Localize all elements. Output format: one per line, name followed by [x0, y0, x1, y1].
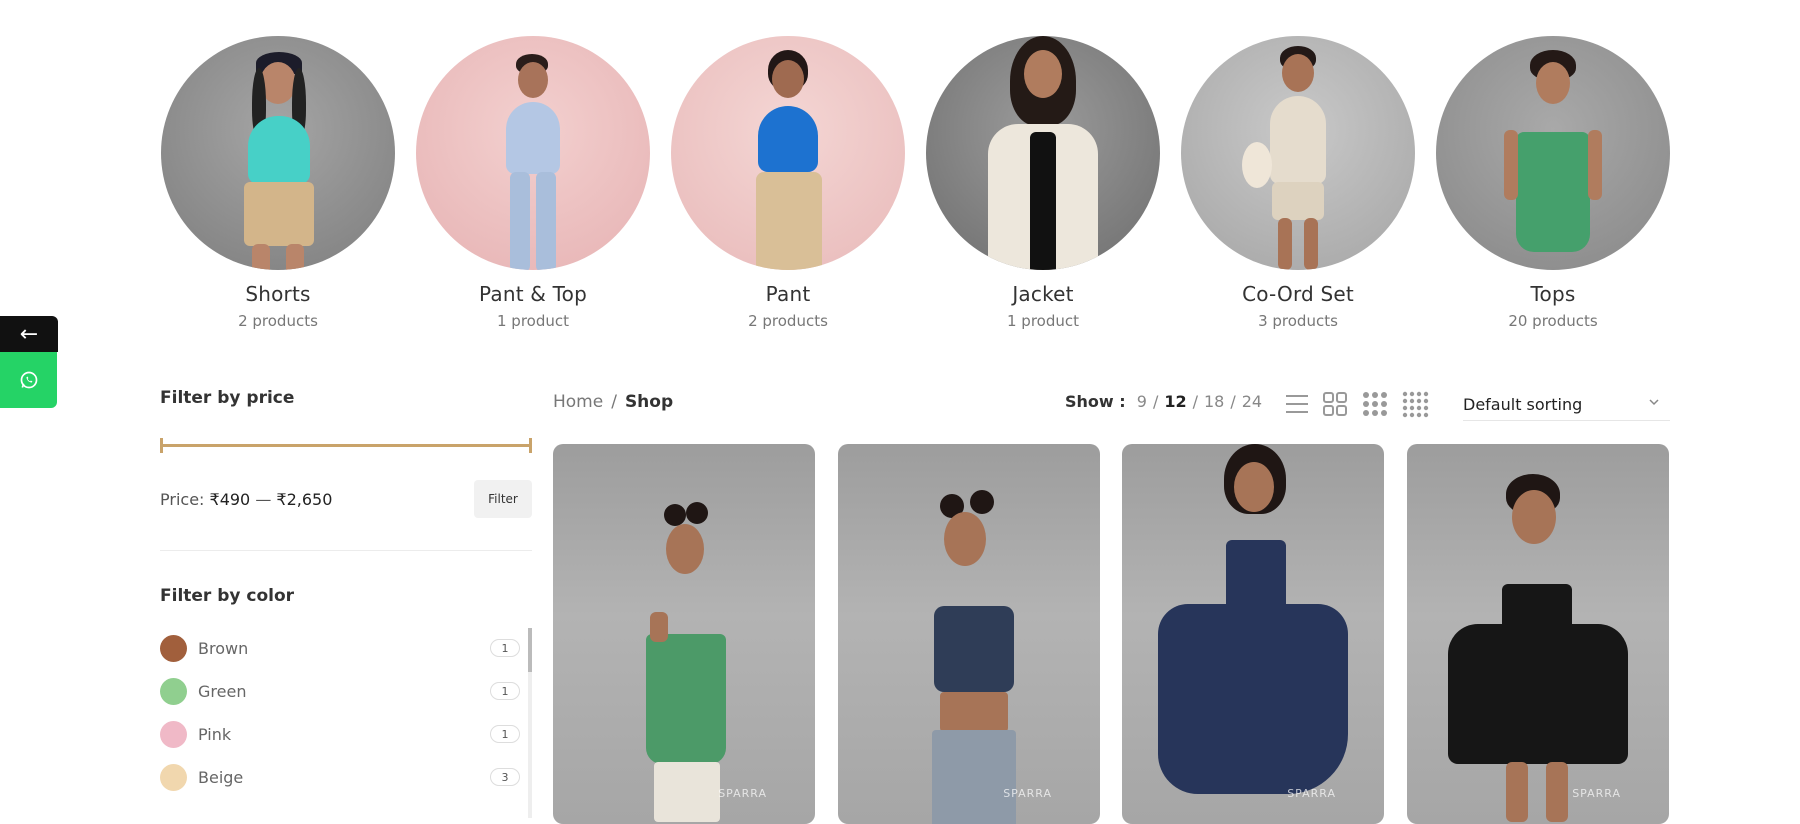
category-count: 2 products — [238, 312, 318, 330]
breadcrumb: Home / Shop — [553, 392, 673, 412]
category-pant-top[interactable]: Pant & Top 1 product — [415, 36, 651, 330]
color-count-badge: 3 — [490, 768, 520, 786]
watermark: SPARRA — [718, 787, 767, 800]
whatsapp-icon — [20, 371, 37, 389]
category-pant[interactable]: Pant 2 products — [670, 36, 906, 330]
whatsapp-button[interactable] — [0, 352, 57, 408]
category-tops[interactable]: Tops 20 products — [1435, 36, 1671, 330]
product-card[interactable]: SPARRA — [1122, 444, 1384, 824]
show-option-18[interactable]: 18 — [1204, 392, 1224, 411]
slider-handle-min[interactable] — [160, 438, 163, 453]
color-item-brown[interactable]: Brown 1 — [160, 628, 532, 671]
category-name[interactable]: Pant & Top — [415, 282, 651, 306]
breadcrumb-current: Shop — [624, 392, 674, 412]
color-swatch[interactable] — [160, 635, 187, 662]
color-label[interactable]: Brown — [198, 639, 248, 658]
watermark: SPARRA — [1003, 787, 1052, 800]
color-count-badge: 1 — [490, 725, 520, 743]
color-filter-list: Brown 1 Green 1 Pink 1 Beige 3 — [160, 628, 532, 818]
breadcrumb-separator: / — [611, 392, 617, 412]
category-name[interactable]: Tops — [1435, 282, 1671, 306]
show-option-9[interactable]: 9 — [1137, 392, 1147, 411]
shop-sidebar: Filter by price Price: ₹490 — ₹2,650 Fil… — [160, 388, 532, 818]
category-image[interactable] — [1436, 36, 1670, 270]
slider-track — [160, 444, 532, 447]
show-separator: / — [1230, 392, 1236, 411]
category-co-ord-set[interactable]: Co-Ord Set 3 products — [1180, 36, 1416, 330]
price-row: Price: ₹490 — ₹2,650 Filter — [160, 480, 532, 520]
price-dash: — — [255, 490, 272, 509]
price-max: ₹2,650 — [276, 490, 333, 509]
category-image[interactable] — [671, 36, 905, 270]
filter-button[interactable]: Filter — [474, 480, 532, 518]
color-count-badge: 1 — [490, 682, 520, 700]
color-item-pink[interactable]: Pink 1 — [160, 714, 532, 757]
show-option-24[interactable]: 24 — [1242, 392, 1262, 411]
category-image[interactable] — [416, 36, 650, 270]
category-count: 2 products — [748, 312, 828, 330]
show-separator: / — [1152, 392, 1159, 411]
products-per-page: Show : 9 / 12 / 18 / 24 — [1065, 392, 1262, 411]
price-min: ₹490 — [209, 490, 251, 509]
color-swatch[interactable] — [160, 678, 187, 705]
category-name[interactable]: Jacket — [925, 282, 1161, 306]
category-count: 1 product — [1006, 312, 1079, 330]
arrow-left-icon: ← — [19, 321, 39, 347]
color-filter-title: Filter by color — [160, 586, 295, 606]
product-card[interactable]: SPARRA — [838, 444, 1100, 824]
category-count: 20 products — [1508, 312, 1598, 330]
color-swatch[interactable] — [160, 721, 187, 748]
product-card[interactable]: SPARRA — [1407, 444, 1669, 824]
breadcrumb-home[interactable]: Home — [553, 392, 603, 412]
category-name[interactable]: Pant — [670, 282, 906, 306]
color-label[interactable]: Green — [198, 682, 246, 701]
category-count: 3 products — [1258, 312, 1338, 330]
category-jacket[interactable]: Jacket 1 product — [925, 36, 1161, 330]
chevron-down-icon — [1649, 399, 1659, 406]
color-swatch[interactable] — [160, 764, 187, 791]
scrollbar-thumb[interactable] — [528, 628, 532, 672]
sorting-select[interactable]: Default sorting — [1463, 390, 1670, 421]
sorting-value: Default sorting — [1463, 395, 1583, 414]
list-view-icon[interactable] — [1283, 390, 1311, 418]
category-image[interactable] — [926, 36, 1160, 270]
show-separator: / — [1192, 392, 1198, 411]
divider — [160, 550, 532, 551]
color-count-badge: 1 — [490, 639, 520, 657]
price-label: Price: — [160, 490, 205, 509]
color-list-scrollbar[interactable] — [528, 628, 532, 818]
show-option-12[interactable]: 12 — [1164, 392, 1186, 411]
category-name[interactable]: Co-Ord Set — [1180, 282, 1416, 306]
watermark: SPARRA — [1572, 787, 1621, 800]
category-image[interactable] — [161, 36, 395, 270]
back-arrow-button[interactable]: ← — [0, 316, 58, 352]
category-name[interactable]: Shorts — [160, 282, 396, 306]
color-label[interactable]: Beige — [198, 768, 243, 787]
category-shorts[interactable]: Shorts 2 products — [160, 36, 396, 330]
color-label[interactable]: Pink — [198, 725, 231, 744]
price-filter-title: Filter by price — [160, 388, 295, 408]
grid-3-view-icon[interactable] — [1361, 390, 1389, 418]
color-item-green[interactable]: Green 1 — [160, 671, 532, 714]
price-range-slider[interactable] — [160, 438, 532, 453]
grid-2-view-icon[interactable] — [1321, 390, 1349, 418]
grid-4-view-icon[interactable] — [1401, 390, 1429, 418]
price-range-text: Price: ₹490 — ₹2,650 — [160, 490, 332, 509]
color-item-beige[interactable]: Beige 3 — [160, 757, 532, 800]
product-card[interactable]: SPARRA — [553, 444, 815, 824]
category-image[interactable] — [1181, 36, 1415, 270]
slider-handle-max[interactable] — [529, 438, 532, 453]
watermark: SPARRA — [1287, 787, 1336, 800]
show-label: Show : — [1065, 392, 1126, 411]
category-carousel: Shorts 2 products Pant & Top 1 product P… — [160, 36, 1670, 336]
category-count: 1 product — [496, 312, 569, 330]
